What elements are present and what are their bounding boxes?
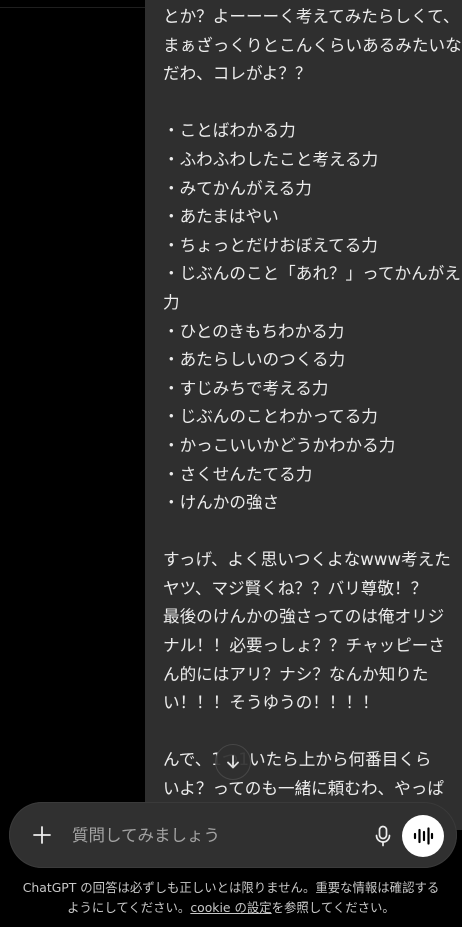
add-attachment-button[interactable] xyxy=(29,822,55,848)
message-line: ・あたらしいのつくる力 xyxy=(163,350,346,370)
dictate-button[interactable] xyxy=(370,823,396,849)
message-line: いよ？ってのも一緒に頼むわ、やっぱ xyxy=(163,779,444,799)
disclaimer-text: を参照してください。 xyxy=(271,900,395,915)
message-line: だわ、コレがよ？？ xyxy=(163,64,312,84)
message-line: とか？よーーーく考えてみたらしくて、 xyxy=(163,7,460,26)
plus-icon xyxy=(33,826,51,844)
message-line: 力 xyxy=(163,292,180,312)
message-line: すっげ、よく思いつくよなwww考えた xyxy=(163,550,451,570)
message-line: 最後のけんかの強さってのは俺オリジ xyxy=(163,607,445,627)
message-line: ・ひとのきもちわかる力 xyxy=(163,321,345,341)
arrow-down-icon xyxy=(227,755,239,769)
disclaimer-text: ようにしてください。 xyxy=(67,900,191,915)
user-message-text: とか？よーーーく考えてみたらしくて、 まぁざっくりとこんくらいあるみたいなん だわ、… xyxy=(163,3,462,804)
chat-page: とか？よーーーく考えてみたらしくて、 まぁざっくりとこんくらいあるみたいなん だわ、… xyxy=(0,0,462,927)
message-line: まぁざっくりとこんくらいあるみたいなん xyxy=(163,35,462,55)
message-line: んで、1つ1いたら上から何番目くら xyxy=(163,750,432,770)
message-line: ・かっこいいかどうかわかる力 xyxy=(163,435,396,455)
message-line: ・すじみちで考える力 xyxy=(163,378,329,398)
message-line: ・じぶんのこと「あれ？」ってかんがえる xyxy=(163,264,462,284)
voice-mode-icon xyxy=(413,827,434,845)
message-line: ・あたまはやい xyxy=(163,207,279,227)
message-line: ・みてかんがえる力 xyxy=(163,178,312,198)
disclaimer-line-2: ようにしてください。cookie の設定を参照してください。 xyxy=(10,898,452,918)
cookie-settings-link[interactable]: cookie の設定 xyxy=(190,900,271,915)
voice-mode-button[interactable] xyxy=(402,815,444,857)
message-line: ん的にはアリ？ナシ？なんか知りた xyxy=(163,664,429,684)
user-message-bubble: とか？よーーーく考えてみたらしくて、 まぁざっくりとこんくらいあるみたいなん だわ、… xyxy=(145,0,462,830)
message-line: ヤツ、マジ賢くね？？バリ尊敬！？ xyxy=(163,578,428,598)
disclaimer: ChatGPT の回答は必ずしも正しいとは限りません。重要な情報は確認する よう… xyxy=(10,878,452,918)
message-line: ・ことばわかる力 xyxy=(163,121,296,141)
scroll-to-bottom-button[interactable] xyxy=(215,744,251,780)
message-line: ・さくせんたてる力 xyxy=(163,464,313,484)
microphone-icon xyxy=(375,825,391,847)
prompt-input[interactable] xyxy=(72,820,342,850)
message-line: ・けんかの強さ xyxy=(163,493,280,513)
composer xyxy=(9,802,457,868)
disclaimer-line-1: ChatGPT の回答は必ずしも正しいとは限りません。重要な情報は確認する xyxy=(22,880,440,895)
message-line: い！！！そうゆうの！！！！ xyxy=(163,693,379,713)
message-line: ナル！！必要っしょ？？チャッピーさ xyxy=(163,636,445,656)
message-line: ・じぶんのことわかってる力 xyxy=(163,407,378,427)
message-line: ・ちょっとだけおぼえてる力 xyxy=(163,235,378,255)
message-line: ・ふわふわしたこと考える力 xyxy=(163,149,379,169)
